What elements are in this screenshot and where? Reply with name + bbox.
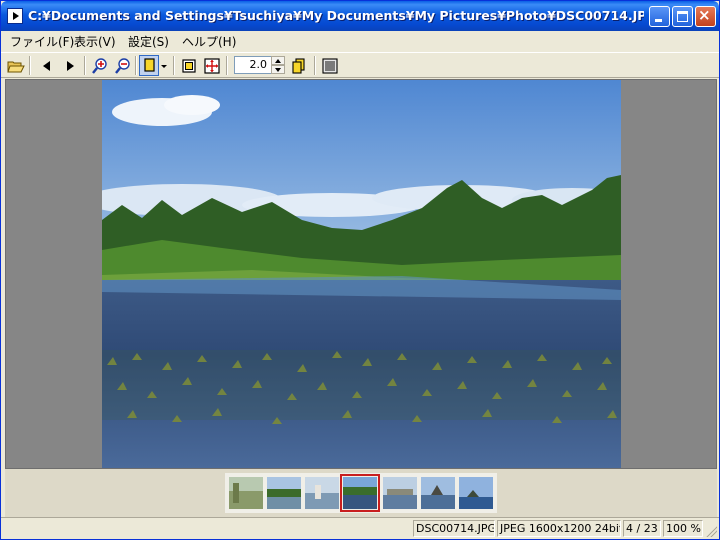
thumbnail-list [225, 473, 497, 513]
toolbar: 2.0 [1, 52, 719, 78]
menu-help[interactable]: ヘルプ(H) [182, 33, 236, 50]
title-bar[interactable]: C:¥Documents and Settings¥Tsuchiya¥My Do… [1, 1, 719, 31]
menu-bar: ファイル(F) 表示(V) 設定(S) ヘルプ(H) [1, 31, 719, 51]
minimize-button[interactable] [649, 6, 670, 27]
actual-size-icon[interactable] [180, 57, 198, 75]
toolbar-separator [135, 56, 137, 75]
thumbnail-strip [5, 469, 717, 517]
zoom-level-input[interactable]: 2.0 [234, 56, 272, 74]
app-window: C:¥Documents and Settings¥Tsuchiya¥My Do… [0, 0, 720, 540]
spin-up-icon[interactable] [271, 56, 285, 65]
main-photo [102, 80, 621, 468]
maximize-icon [677, 11, 688, 22]
fit-mode-button[interactable] [139, 55, 159, 76]
thumbnail[interactable] [459, 477, 493, 509]
open-folder-icon[interactable] [7, 57, 25, 75]
prev-arrow-icon[interactable] [38, 57, 56, 75]
copy-icon[interactable] [290, 57, 308, 75]
dropdown-arrow-icon[interactable] [159, 57, 169, 75]
status-filename: DSC00714.JPG [413, 520, 495, 537]
zoom-out-icon[interactable] [114, 57, 132, 75]
zoom-in-icon[interactable] [91, 57, 109, 75]
toolbar-separator [314, 56, 316, 75]
image-viewer[interactable] [5, 79, 717, 469]
minimize-icon [655, 19, 662, 22]
thumbnail[interactable] [383, 477, 417, 509]
toolbar-separator [173, 56, 175, 75]
thumbnail-selected[interactable] [340, 474, 380, 512]
window-title: C:¥Documents and Settings¥Tsuchiya¥My Do… [28, 8, 644, 23]
close-button[interactable]: × [695, 6, 716, 27]
zoom-level-value: 2.0 [249, 58, 268, 71]
menu-view[interactable]: 表示(V) [74, 33, 116, 50]
toolbar-separator [84, 56, 86, 75]
thumbnail[interactable] [267, 477, 301, 509]
status-zoom: 100 % [663, 520, 703, 537]
menu-file[interactable]: ファイル(F) [10, 33, 74, 50]
toolbar-separator [29, 56, 31, 75]
fullscreen-icon[interactable] [321, 57, 339, 75]
spin-down-icon[interactable] [271, 65, 285, 74]
next-arrow-icon[interactable] [61, 57, 79, 75]
thumbnail[interactable] [305, 477, 339, 509]
app-icon[interactable] [7, 8, 23, 24]
fit-mode-icon [144, 58, 155, 72]
menu-settings[interactable]: 設定(S) [128, 33, 169, 50]
status-position: 4 / 23 [623, 520, 661, 537]
close-icon: × [698, 6, 711, 24]
toolbar-separator [226, 56, 228, 75]
thumbnail[interactable] [229, 477, 263, 509]
thumbnail[interactable] [421, 477, 455, 509]
maximize-button[interactable] [672, 6, 693, 27]
resize-grip-icon[interactable] [705, 525, 717, 537]
status-format: JPEG 1600x1200 24bit [497, 520, 621, 537]
zoom-level-spinner[interactable] [271, 56, 285, 74]
fit-window-icon[interactable] [203, 57, 221, 75]
status-bar: DSC00714.JPG JPEG 1600x1200 24bit 4 / 23… [1, 517, 719, 539]
